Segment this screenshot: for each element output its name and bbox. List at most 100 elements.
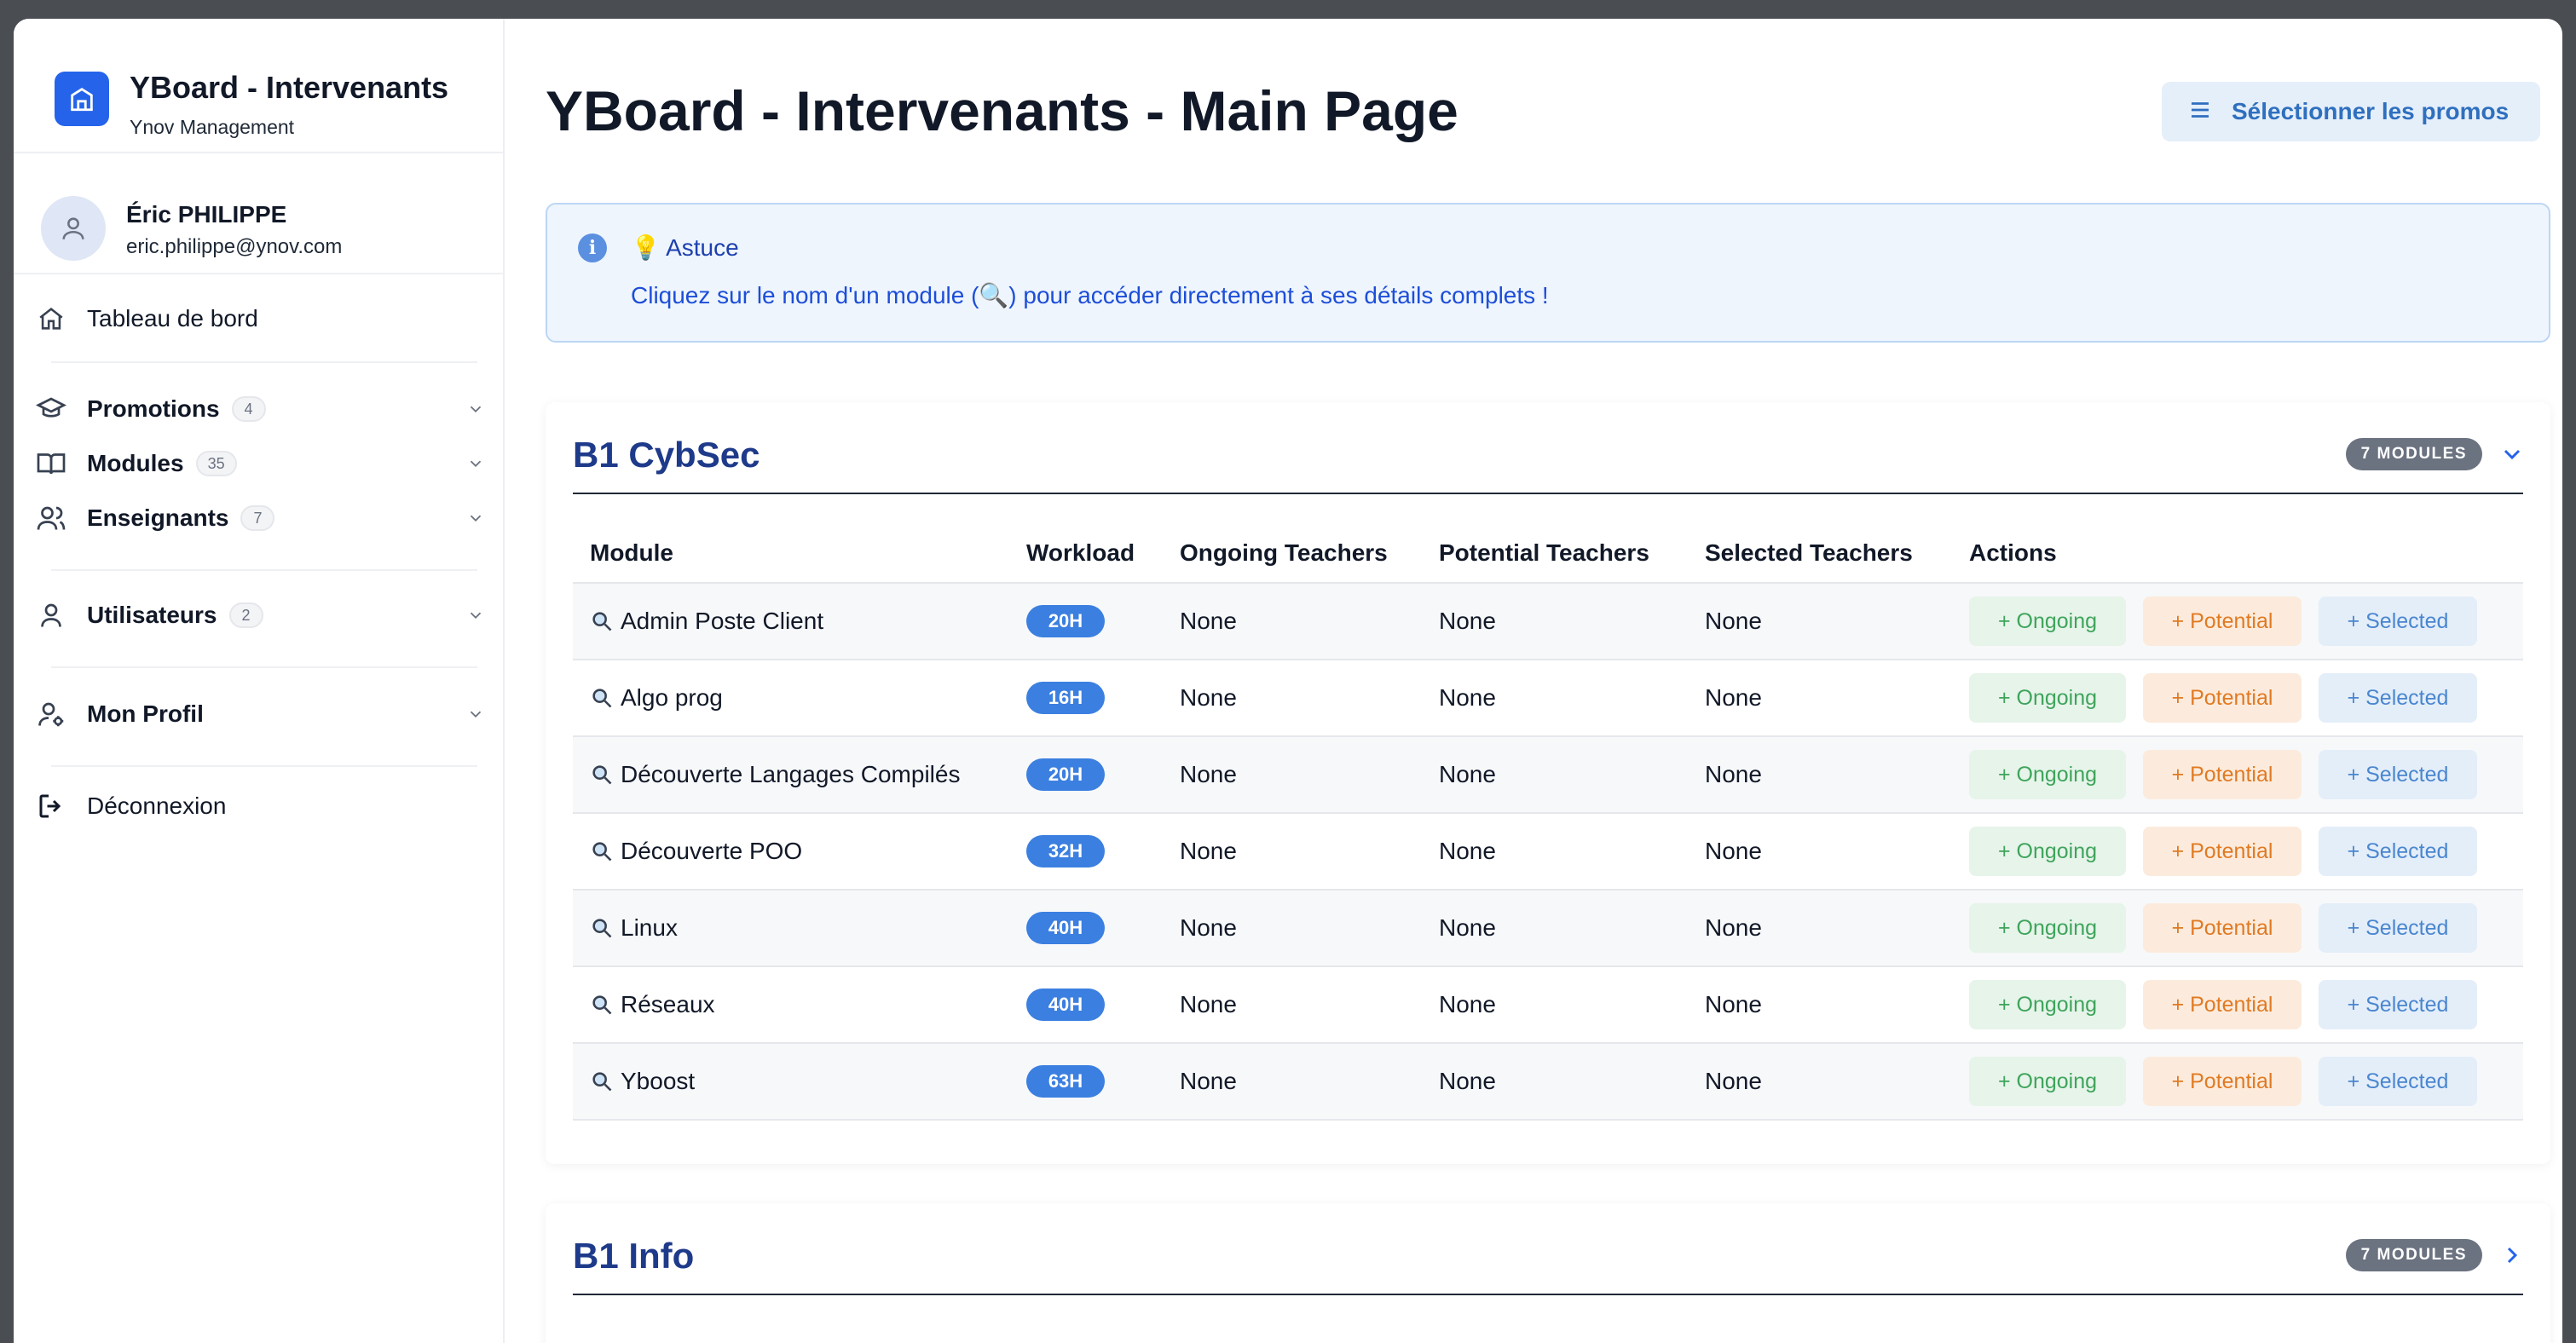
add-potential-button[interactable]: + Potential — [2143, 903, 2302, 953]
column-header: Actions — [1952, 523, 2523, 584]
add-selected-button[interactable]: + Selected — [2319, 750, 2477, 799]
select-promos-label: Sélectionner les promos — [2232, 98, 2510, 124]
divider — [51, 569, 477, 571]
chevron-down-icon[interactable] — [462, 700, 489, 728]
module-name: Découverte Langages Compilés — [621, 761, 961, 787]
add-potential-button[interactable]: + Potential — [2143, 673, 2302, 723]
module-link[interactable]: Découverte POO — [590, 838, 1009, 865]
workload-cell: 16H — [1009, 660, 1163, 737]
building-icon — [55, 72, 109, 126]
chevron-right-icon[interactable] — [2498, 1241, 2527, 1270]
add-ongoing-button[interactable]: + Ongoing — [1969, 980, 2126, 1029]
count-badge: 4 — [231, 396, 266, 422]
workload-cell: 40H — [1009, 890, 1163, 967]
add-potential-button[interactable]: + Potential — [2143, 980, 2302, 1029]
tip-title: 💡 Astuce — [631, 234, 739, 261]
count-badge: 35 — [195, 451, 237, 476]
tip-box: i 💡 Astuce Cliquez sur le nom d'un modul… — [546, 203, 2550, 343]
chevron-down-icon[interactable] — [462, 504, 489, 532]
add-selected-button[interactable]: + Selected — [2319, 1057, 2477, 1106]
add-potential-button[interactable]: + Potential — [2143, 750, 2302, 799]
potential-teachers-cell: None — [1422, 890, 1688, 967]
add-potential-button[interactable]: + Potential — [2143, 597, 2302, 646]
user-settings-icon — [34, 697, 68, 731]
module-link[interactable]: Algo prog — [590, 684, 1009, 712]
module-link[interactable]: Yboost — [590, 1068, 1009, 1095]
selected-teachers-cell: None — [1688, 890, 1952, 967]
info-icon: i — [578, 233, 607, 262]
module-cell: Yboost — [573, 1043, 1009, 1121]
add-selected-button[interactable]: + Selected — [2319, 903, 2477, 953]
selected-teachers-cell: None — [1688, 966, 1952, 1044]
add-ongoing-button[interactable]: + Ongoing — [1969, 597, 2126, 646]
magnifier-icon — [592, 612, 612, 631]
add-ongoing-button[interactable]: + Ongoing — [1969, 673, 2126, 723]
modules-count-badge: 7 MODULES — [2345, 438, 2482, 470]
page-title: YBoard - Intervenants - Main Page — [546, 79, 1458, 142]
selected-teachers-cell: None — [1688, 583, 1952, 660]
divider — [51, 666, 477, 668]
tip-text: Cliquez sur le nom d'un module (🔍) pour … — [631, 282, 1549, 308]
promo-section: B1 Info 7 MODULES — [546, 1203, 2550, 1343]
selected-teachers-cell: None — [1688, 813, 1952, 891]
ongoing-teachers-cell: None — [1163, 813, 1422, 891]
module-link[interactable]: Réseaux — [590, 991, 1009, 1018]
workload-badge: 63H — [1026, 1065, 1105, 1098]
sidebar-item-utilisateurs[interactable]: Utilisateurs 2 — [34, 591, 494, 639]
section-title[interactable]: B1 CybSec — [573, 435, 760, 476]
chevron-down-icon[interactable] — [462, 395, 489, 423]
user-email: eric.philippe@ynov.com — [126, 235, 343, 258]
section-title[interactable]: B1 Info — [573, 1236, 694, 1277]
module-link[interactable]: Linux — [590, 914, 1009, 942]
divider — [14, 273, 503, 274]
magnifier-icon — [592, 919, 612, 938]
logout-icon — [34, 789, 68, 823]
module-cell: Réseaux — [573, 966, 1009, 1044]
ongoing-teachers-cell: None — [1163, 890, 1422, 967]
sidebar-item-tableau-de-bord[interactable]: Tableau de bord — [34, 295, 494, 343]
chevron-down-icon[interactable] — [462, 602, 489, 629]
add-ongoing-button[interactable]: + Ongoing — [1969, 750, 2126, 799]
add-ongoing-button[interactable]: + Ongoing — [1969, 827, 2126, 876]
actions-cell: + Ongoing + Potential + Selected — [1952, 890, 2523, 967]
add-selected-button[interactable]: + Selected — [2319, 597, 2477, 646]
workload-cell: 32H — [1009, 813, 1163, 891]
brand[interactable]: YBoard - Intervenants Ynov Management — [41, 56, 484, 148]
sidebar-item-label: Promotions — [87, 395, 220, 422]
module-cell: Découverte POO — [573, 813, 1009, 891]
select-promos-button[interactable]: Sélectionner les promos — [2162, 82, 2540, 141]
promo-section: B1 CybSec 7 MODULES Module Workload Ongo… — [546, 402, 2550, 1164]
column-header: Module — [573, 523, 1009, 584]
add-potential-button[interactable]: + Potential — [2143, 827, 2302, 876]
module-link[interactable]: Découverte Langages Compilés — [590, 761, 1009, 788]
sidebar-item-label: Enseignants — [87, 504, 229, 531]
add-selected-button[interactable]: + Selected — [2319, 980, 2477, 1029]
add-selected-button[interactable]: + Selected — [2319, 827, 2477, 876]
column-header: Ongoing Teachers — [1163, 523, 1422, 584]
sidebar-item-enseignants[interactable]: Enseignants 7 — [34, 494, 494, 542]
potential-teachers-cell: None — [1422, 660, 1688, 737]
sidebar-item-mon-profil[interactable]: Mon Profil — [34, 690, 494, 738]
home-icon — [34, 302, 68, 336]
add-selected-button[interactable]: + Selected — [2319, 673, 2477, 723]
module-cell: Découverte Langages Compilés — [573, 736, 1009, 814]
divider — [51, 361, 477, 363]
add-potential-button[interactable]: + Potential — [2143, 1057, 2302, 1106]
divider — [51, 765, 477, 767]
sidebar-item-promotions[interactable]: Promotions 4 — [34, 385, 494, 433]
module-cell: Algo prog — [573, 660, 1009, 737]
add-ongoing-button[interactable]: + Ongoing — [1969, 1057, 2126, 1106]
workload-cell: 40H — [1009, 966, 1163, 1044]
main-content: YBoard - Intervenants - Main Page Sélect… — [505, 19, 2562, 1343]
sidebar-item-deconnexion[interactable]: Déconnexion — [34, 782, 494, 830]
app-window: YBoard - Intervenants Ynov Management Ér… — [14, 19, 2562, 1343]
chevron-down-icon[interactable] — [462, 450, 489, 477]
actions-cell: + Ongoing + Potential + Selected — [1952, 736, 2523, 814]
sidebar-item-label: Mon Profil — [87, 700, 204, 727]
ongoing-teachers-cell: None — [1163, 966, 1422, 1044]
sidebar-item-modules[interactable]: Modules 35 — [34, 440, 494, 487]
add-ongoing-button[interactable]: + Ongoing — [1969, 903, 2126, 953]
module-link[interactable]: Admin Poste Client — [590, 608, 1009, 635]
chevron-down-icon[interactable] — [2498, 440, 2527, 469]
potential-teachers-cell: None — [1422, 813, 1688, 891]
